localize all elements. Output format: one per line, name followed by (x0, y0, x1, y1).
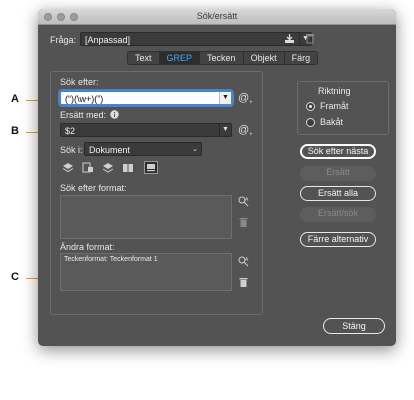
tab-color[interactable]: Färg (285, 52, 318, 64)
change-format-value: Teckenformat: Teckenformat 1 (64, 256, 158, 263)
change-format-box[interactable]: Teckenformat: Teckenformat 1 (60, 253, 232, 291)
info-icon[interactable] (110, 110, 119, 119)
find-change-dialog: Sök/ersätt Fråga: [Anpassad] ▼ Text GREP… (38, 9, 396, 346)
tab-object[interactable]: Objekt (244, 52, 285, 64)
find-what-value: (“)(\w+)(”) (65, 94, 104, 104)
specify-change-format-icon[interactable]: A (238, 256, 250, 267)
change-to-value: $2 (65, 126, 76, 136)
query-select[interactable]: [Anpassad] ▼ (80, 32, 312, 46)
search-type-tabs: Text GREP Tecken Objekt Färg (127, 51, 319, 65)
callout-a: A (11, 93, 19, 105)
include-hidden-layers-icon[interactable] (102, 162, 114, 173)
query-value: [Anpassad] (85, 35, 131, 45)
search-in-select[interactable]: Dokument ⌄ (84, 142, 202, 156)
direction-forward-radio[interactable] (306, 102, 315, 111)
tab-grep[interactable]: GREP (159, 52, 201, 64)
find-what-label: Sök efter: (60, 77, 99, 87)
tab-glyph[interactable]: Tecken (200, 52, 244, 64)
special-characters-find-icon[interactable]: @+ (238, 92, 253, 108)
find-next-button[interactable]: Sök efter nästa (300, 144, 376, 159)
include-locked-layers-icon[interactable] (62, 162, 74, 173)
query-label: Fråga: (50, 35, 77, 45)
find-what-field[interactable]: (“)(\w+)(”) ▼ (60, 91, 232, 105)
change-button[interactable]: Ersätt (300, 166, 376, 181)
chevron-down-icon: ▼ (219, 92, 231, 104)
clear-change-format-icon[interactable] (239, 277, 248, 288)
specify-find-format-icon[interactable]: A (238, 196, 250, 207)
direction-forward-label[interactable]: Framåt (320, 101, 349, 111)
save-query-icon[interactable] (284, 33, 295, 44)
search-in-value: Dokument (89, 145, 131, 155)
direction-backward-label[interactable]: Bakåt (320, 117, 343, 127)
find-format-box[interactable] (60, 195, 232, 239)
delete-query-icon[interactable] (305, 33, 315, 44)
include-footnotes-icon[interactable] (144, 161, 158, 174)
svg-text:A: A (245, 197, 249, 203)
chevron-down-icon: ⌄ (192, 146, 198, 153)
search-in-label: Sök i: (60, 145, 83, 155)
window-title: Sök/ersätt (196, 11, 238, 21)
title-bar: Sök/ersätt (38, 9, 396, 25)
include-master-pages-icon[interactable] (122, 162, 134, 173)
chevron-down-icon: ▼ (219, 124, 231, 136)
include-locked-stories-icon[interactable] (82, 162, 94, 173)
change-to-field[interactable]: $2 ▼ (60, 123, 232, 137)
change-to-label: Ersätt med: (60, 110, 107, 120)
change-find-button[interactable]: Ersätt/sök (300, 207, 376, 222)
callout-b: B (11, 125, 19, 137)
callout-c: C (11, 271, 19, 283)
direction-backward-radio[interactable] (306, 118, 315, 127)
clear-find-format-icon[interactable] (239, 217, 248, 228)
find-format-label: Sök efter format: (60, 183, 127, 193)
svg-text:A: A (245, 257, 249, 263)
fewer-options-button[interactable]: Färre alternativ (300, 232, 376, 247)
done-button[interactable]: Stäng (323, 318, 385, 334)
special-characters-change-icon[interactable]: @+ (238, 124, 253, 140)
tab-text[interactable]: Text (128, 52, 160, 64)
direction-label: Riktning (318, 86, 351, 96)
change-format-label: Ändra format: (60, 242, 115, 252)
direction-group: Riktning Framåt Bakåt (297, 81, 389, 135)
change-all-button[interactable]: Ersätt alla (300, 186, 376, 201)
